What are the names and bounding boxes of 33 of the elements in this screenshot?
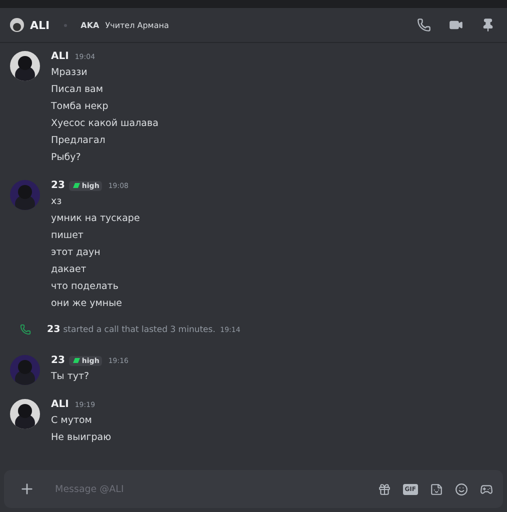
message-text: Рыбу? (51, 151, 82, 165)
user-name: ALI (30, 18, 50, 32)
video-icon[interactable] (449, 18, 463, 32)
aka-label: AKA (80, 20, 100, 30)
message-text: умник на тускаре (51, 212, 140, 226)
avatar-icon (10, 18, 24, 32)
gamepad-icon[interactable] (480, 482, 493, 496)
smile-icon[interactable] (455, 482, 468, 496)
phone-icon (20, 324, 31, 335)
aka-name: Учител Армана (105, 20, 169, 30)
message-text: Мраззи (51, 66, 88, 80)
sticker-icon[interactable] (430, 482, 443, 496)
message-text: дакает (51, 263, 88, 277)
message-text: Хуесос какой шалава (51, 117, 158, 131)
message-text: Ты тут? (51, 370, 90, 384)
author-name: 23 (51, 355, 65, 366)
message-text: С мутом (51, 414, 93, 428)
call-icon[interactable] (417, 18, 431, 32)
plus-icon[interactable] (19, 481, 35, 497)
message-text: они же умные (51, 297, 123, 311)
message-text: этот даун (51, 246, 102, 260)
message-text: Писал вам (51, 83, 104, 97)
pin-icon[interactable] (481, 18, 495, 32)
message-text: пишет (51, 229, 84, 243)
gift-icon[interactable] (378, 482, 391, 496)
message-text: Томба некр (51, 100, 110, 114)
author-name: 23 (51, 180, 65, 191)
message-text: что поделать (51, 280, 120, 294)
author-name: ALI (51, 399, 69, 410)
author-name: ALI (51, 51, 69, 62)
message-text: Предлагал (51, 134, 106, 148)
message-text: Не выиграю (51, 431, 112, 445)
message-text: хз (51, 195, 63, 209)
